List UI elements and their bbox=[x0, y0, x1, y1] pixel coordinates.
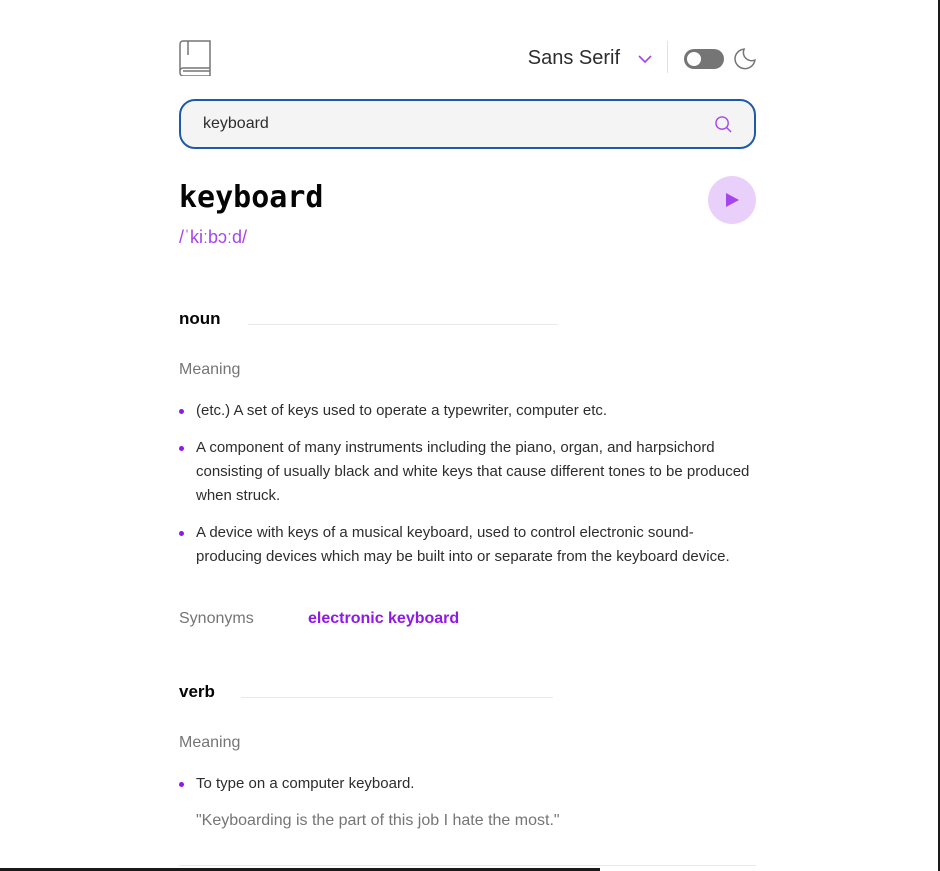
section-divider bbox=[248, 324, 558, 325]
font-selector-label: Sans Serif bbox=[527, 47, 620, 69]
synonyms-label: Synonyms bbox=[179, 610, 254, 627]
definition-text: A device with keys of a musical keyboard… bbox=[196, 524, 730, 565]
toggle-knob bbox=[687, 52, 701, 66]
search-bar bbox=[179, 99, 756, 149]
noun-definitions: (etc.) A set of keys used to operate a t… bbox=[179, 399, 756, 582]
entry-word: keyboard bbox=[179, 180, 324, 215]
definition-text: (etc.) A set of keys used to operate a t… bbox=[196, 402, 608, 419]
theme-toggle[interactable] bbox=[684, 49, 724, 69]
header: Sans Serif bbox=[179, 38, 756, 78]
search-input[interactable] bbox=[203, 101, 683, 147]
verb-definitions: To type on a computer keyboard. bbox=[179, 772, 756, 809]
bullet bbox=[179, 782, 184, 787]
header-divider bbox=[667, 41, 668, 73]
entry-phonetic: /ˈkiːbɔːd/ bbox=[179, 227, 248, 247]
definition-item: A component of many instruments includin… bbox=[179, 436, 756, 508]
bullet bbox=[179, 531, 184, 536]
definition-item: A device with keys of a musical keyboard… bbox=[179, 521, 756, 569]
definition-text: To type on a computer keyboard. bbox=[196, 775, 415, 792]
chevron-down-icon bbox=[638, 54, 652, 63]
section-divider bbox=[241, 697, 553, 698]
definition-text: A component of many instruments includin… bbox=[196, 439, 750, 504]
verb-meaning-heading: Meaning bbox=[179, 734, 241, 751]
play-icon bbox=[726, 193, 739, 207]
verb-heading-row: verb bbox=[179, 682, 559, 706]
moon-icon bbox=[734, 48, 756, 70]
part-of-speech-verb: verb bbox=[179, 682, 215, 701]
synonym-link[interactable]: electronic keyboard bbox=[308, 610, 459, 628]
bullet bbox=[179, 409, 184, 414]
play-audio-button[interactable] bbox=[708, 176, 756, 224]
verb-example: "Keyboarding is the part of this job I h… bbox=[196, 812, 560, 829]
book-icon[interactable] bbox=[179, 40, 213, 76]
noun-heading-row: noun bbox=[179, 309, 559, 333]
definition-item: (etc.) A set of keys used to operate a t… bbox=[179, 399, 756, 423]
bullet bbox=[179, 446, 184, 451]
bottom-divider bbox=[179, 865, 756, 866]
part-of-speech-noun: noun bbox=[179, 309, 221, 328]
definition-item: To type on a computer keyboard. bbox=[179, 772, 756, 796]
font-selector[interactable]: Sans Serif bbox=[528, 47, 652, 70]
search-icon[interactable] bbox=[715, 116, 732, 133]
noun-meaning-heading: Meaning bbox=[179, 361, 241, 378]
